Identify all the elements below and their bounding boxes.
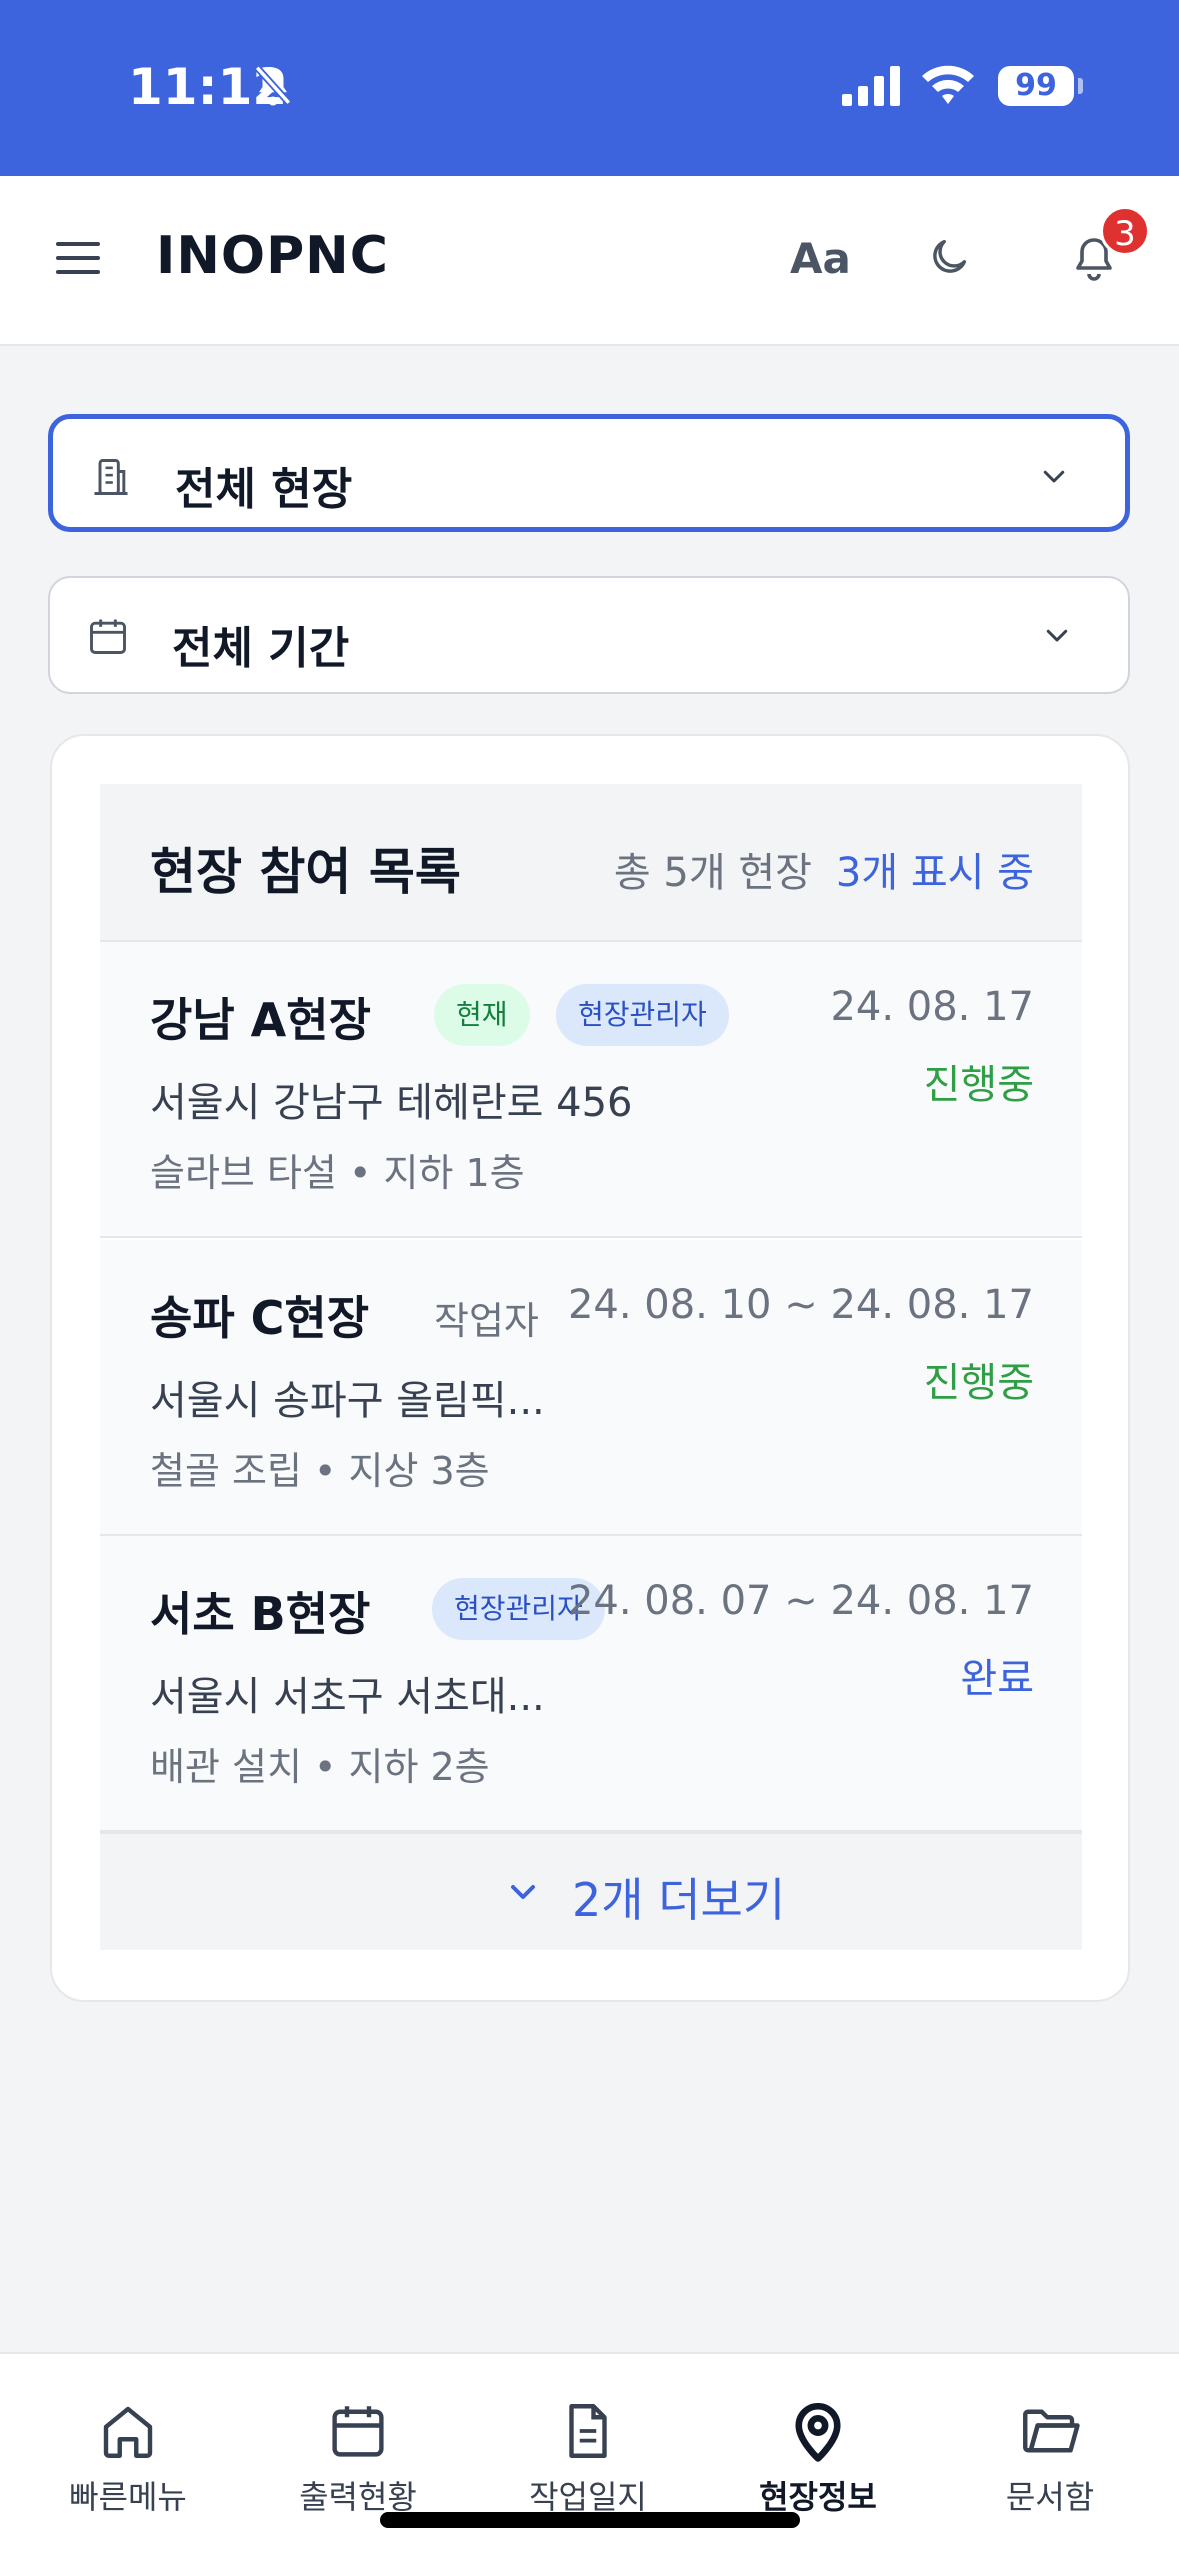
- calendar-icon: [332, 2406, 384, 2457]
- site-list-item[interactable]: 서초 B현장 현장관리자 24. 08. 07 ~ 24. 08. 17 완료 …: [100, 1536, 1082, 1832]
- nav-item-document-box[interactable]: 문서함: [950, 2398, 1150, 2518]
- card-title: 현장 참여 목록: [150, 843, 461, 901]
- site-participation-card: 현장 참여 목록 총 5개 현장 3개 표시 중 강남 A현장 현재 현장관리자…: [50, 734, 1130, 2002]
- nav-item-output-status[interactable]: 출력현황: [258, 2398, 458, 2518]
- period-filter-label: 전체 기간: [172, 623, 350, 674]
- site-date: 24. 08. 10 ~ 24. 08. 17: [567, 1282, 1034, 1328]
- signal-icon: [842, 66, 900, 106]
- site-work-info: 배관 설치 • 지하 2층: [150, 1745, 490, 1789]
- show-more-button[interactable]: 2개 더보기: [100, 1832, 1082, 1950]
- site-name: 송파 C현장: [150, 1291, 370, 1345]
- bell-off-icon: [254, 65, 292, 106]
- chevron-down-icon: [1046, 629, 1068, 642]
- battery-indicator: 99: [998, 66, 1074, 106]
- site-address: 서울시 송파구 올림픽...: [150, 1378, 545, 1424]
- nav-label: 문서함: [1005, 2478, 1095, 2516]
- site-name: 강남 A현장: [150, 993, 371, 1047]
- home-icon: [103, 2406, 153, 2458]
- site-filter-label: 전체 현장: [175, 464, 353, 515]
- font-size-button[interactable]: Aa: [790, 234, 851, 283]
- site-work-info: 철골 조립 • 지상 3층: [150, 1449, 490, 1493]
- nav-label: 빠른메뉴: [69, 2478, 187, 2516]
- site-status: 진행중: [923, 1360, 1034, 1406]
- moon-icon[interactable]: [926, 234, 972, 280]
- site-address: 서울시 강남구 테헤란로 456: [150, 1080, 633, 1126]
- nav-item-quick-menu[interactable]: 빠른메뉴: [28, 2398, 228, 2518]
- battery-tip: [1078, 78, 1083, 94]
- site-name: 서초 B현장: [150, 1587, 371, 1641]
- site-list-item[interactable]: 강남 A현장 현재 현장관리자 24. 08. 17 진행중 서울시 강남구 테…: [100, 942, 1082, 1238]
- hamburger-menu-icon[interactable]: [56, 238, 102, 278]
- role-badge: 현장관리자: [556, 984, 729, 1046]
- site-work-info: 슬라브 타설 • 지하 1층: [150, 1151, 525, 1195]
- site-status: 완료: [960, 1656, 1034, 1702]
- location-pin-icon: [795, 2403, 841, 2462]
- wifi-icon: [922, 65, 974, 104]
- site-filter-select[interactable]: 전체 현장: [48, 414, 1130, 532]
- total-site-count: 총 5개 현장: [613, 850, 812, 896]
- building-icon: [94, 459, 128, 495]
- home-indicator: [380, 2512, 800, 2528]
- chevron-down-icon: [511, 1885, 535, 1899]
- site-status: 진행중: [923, 1062, 1034, 1108]
- nav-item-work-log[interactable]: 작업일지: [488, 2398, 688, 2518]
- site-list-item[interactable]: 송파 C현장 작업자 24. 08. 10 ~ 24. 08. 17 진행중 서…: [100, 1240, 1082, 1536]
- app-title: INOPNC: [156, 226, 389, 286]
- folder-icon: [1023, 2409, 1080, 2453]
- card-header: 현장 참여 목록 총 5개 현장 3개 표시 중: [100, 784, 1082, 942]
- site-date: 24. 08. 17: [830, 984, 1034, 1030]
- current-badge: 현재: [434, 984, 530, 1046]
- nav-item-site-info[interactable]: 현장정보: [718, 2398, 918, 2518]
- period-filter-select[interactable]: 전체 기간: [48, 576, 1130, 694]
- notification-count-badge: 3: [1100, 206, 1150, 256]
- show-more-label: 2개 더보기: [572, 1873, 786, 1927]
- document-icon: [569, 2404, 607, 2458]
- showing-count: 3개 표시 중: [835, 850, 1034, 896]
- calendar-icon: [90, 619, 126, 654]
- site-date: 24. 08. 07 ~ 24. 08. 17: [567, 1578, 1034, 1624]
- role-text: 작업자: [434, 1299, 539, 1343]
- site-address: 서울시 서초구 서초대...: [150, 1674, 545, 1720]
- status-bar: 11:12 99: [0, 0, 1179, 176]
- chevron-down-icon: [1043, 470, 1065, 483]
